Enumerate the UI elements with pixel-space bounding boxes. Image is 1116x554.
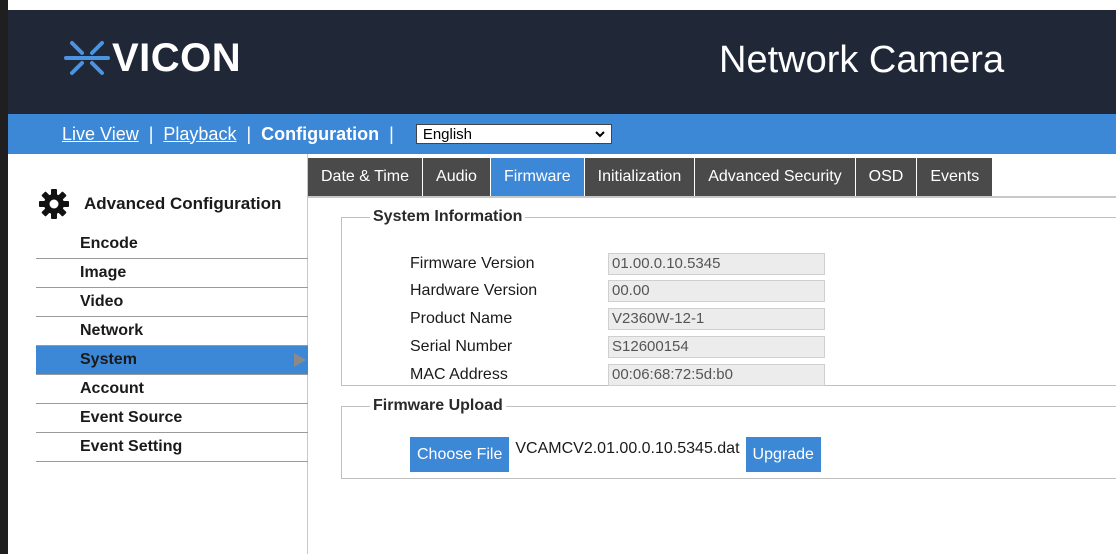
nav-separator: | (389, 123, 394, 144)
product-name-value: V2360W-12-1 (608, 308, 825, 330)
nav-playback-link[interactable]: Playback (163, 124, 236, 145)
sidebar-item-account[interactable]: Account (36, 375, 308, 404)
left-edge-strip (0, 0, 8, 554)
nav-live-view-link[interactable]: Live View (62, 124, 139, 145)
tab-audio[interactable]: Audio (423, 158, 491, 196)
chevron-down-icon (595, 131, 605, 138)
top-nav-bar: Live View | Playback | Configuration | E… (8, 114, 1116, 154)
info-row-serial-number: Serial Number S12600154 (410, 335, 825, 359)
choose-file-button[interactable]: Choose File (410, 437, 510, 472)
config-sidebar: Advanced Configuration Encode Image Vide… (36, 154, 308, 554)
language-select[interactable]: English (415, 124, 612, 144)
mac-address-value: 00:06:68:72:5d:b0 (608, 364, 825, 386)
tab-advanced-security[interactable]: Advanced Security (695, 158, 856, 196)
firmware-upload-row: Choose File VCAMCV2.01.00.0.10.5345.dat … (410, 437, 821, 472)
firmware-version-label: Firmware Version (410, 255, 535, 272)
language-selected-value: English (422, 125, 473, 143)
system-information-legend: System Information (373, 208, 523, 225)
upgrade-button[interactable]: Upgrade (745, 437, 821, 472)
tab-firmware[interactable]: Firmware (490, 158, 585, 196)
info-row-hardware-version: Hardware Version 00.00 (410, 279, 825, 303)
sidebar-item-network[interactable]: Network (36, 317, 308, 346)
firmware-upload-legend: Firmware Upload (373, 397, 503, 414)
sidebar-item-image[interactable]: Image (36, 259, 308, 288)
tab-initialization[interactable]: Initialization (584, 158, 696, 196)
info-row-product-name: Product Name V2360W-12-1 (410, 307, 825, 331)
product-name-label: Product Name (410, 310, 513, 327)
firmware-upload-group: Firmware Upload Choose File VCAMCV2.01.0… (341, 397, 1116, 479)
selected-file-name: VCAMCV2.01.00.0.10.5345.dat (515, 440, 740, 457)
tab-osd[interactable]: OSD (855, 158, 918, 196)
app-header: VICON Network Camera (8, 10, 1116, 114)
triangle-right-icon (294, 353, 306, 367)
brand-logo: VICON (64, 38, 241, 78)
hardware-version-label: Hardware Version (410, 282, 538, 299)
sidebar-item-video[interactable]: Video (36, 288, 308, 317)
product-title: Network Camera (719, 39, 1005, 81)
top-edge-strip (8, 0, 1116, 10)
brand-name: VICON (112, 36, 242, 80)
system-information-group: System Information Firmware Version 01.0… (341, 208, 1116, 386)
nav-separator: | (148, 123, 154, 144)
sidebar-item-system[interactable]: System (36, 346, 308, 375)
mac-address-label: MAC Address (410, 366, 508, 383)
system-tabs: Date & Time Audio Firmware Initializatio… (308, 158, 994, 196)
sidebar-item-event-setting[interactable]: Event Setting (36, 433, 308, 462)
nav-configuration-current: Configuration (261, 123, 380, 144)
sidebar-item-system-label: System (80, 351, 137, 368)
hardware-version-value: 00.00 (608, 280, 825, 302)
sidebar-item-event-source[interactable]: Event Source (36, 404, 308, 433)
nav-separator: | (246, 123, 252, 144)
sidebar-header: Advanced Configuration (36, 188, 281, 220)
serial-number-value: S12600154 (608, 336, 825, 358)
sidebar-menu: Encode Image Video Network System Accoun… (36, 230, 308, 462)
info-row-mac-address: MAC Address 00:06:68:72:5d:b0 (410, 363, 825, 387)
tab-underline (308, 196, 1116, 198)
gear-icon (39, 189, 69, 219)
tab-events[interactable]: Events (917, 158, 994, 196)
vicon-logo-icon (64, 41, 110, 75)
tab-date-time[interactable]: Date & Time (308, 158, 424, 196)
sidebar-title: Advanced Configuration (84, 194, 282, 213)
sidebar-item-encode[interactable]: Encode (36, 230, 308, 259)
firmware-version-value: 01.00.0.10.5345 (608, 253, 825, 275)
info-row-firmware-version: Firmware Version 01.00.0.10.5345 (410, 252, 825, 276)
serial-number-label: Serial Number (410, 338, 513, 355)
